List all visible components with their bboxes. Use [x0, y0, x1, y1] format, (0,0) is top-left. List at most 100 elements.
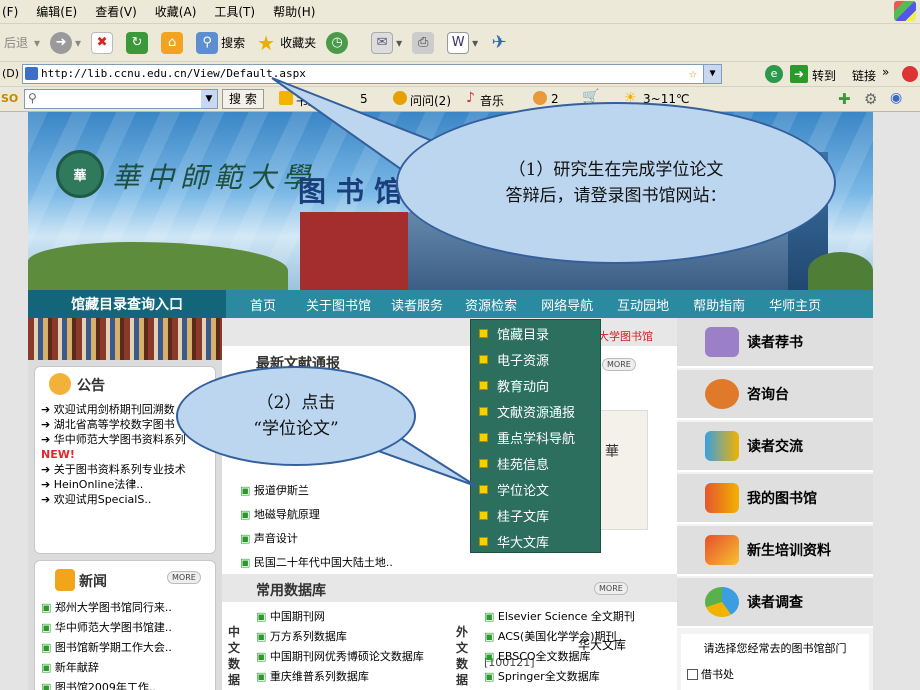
bookmark-icon [279, 91, 293, 105]
settings-icon[interactable]: ⚙ [864, 90, 877, 108]
nav-interactive[interactable]: 互动园地 [617, 295, 669, 314]
latest-more-button[interactable]: MORE [602, 358, 636, 371]
history-button[interactable]: ◷ [326, 31, 351, 54]
go-arrow-icon[interactable]: ➜ [790, 65, 808, 83]
fg-db-item[interactable]: ▣ Elsevier Science 全文期刊 [484, 610, 674, 623]
news-item[interactable]: ▣ 郑州大学图书馆同行来.. [41, 601, 211, 614]
ask-button[interactable]: 问问(2) [410, 92, 451, 109]
refresh-button[interactable]: ↻ [126, 31, 151, 54]
toolbar-search-button[interactable]: 搜 索 [222, 89, 264, 109]
menu-item-key-disciplines[interactable]: 重点学科导航 [471, 424, 600, 450]
nav-web-navigation[interactable]: 网络导航 [541, 295, 593, 314]
cn-db-item[interactable]: ▣ 中国期刊网 [256, 610, 456, 623]
catalog-entry-link[interactable]: 馆藏目录查询入口 [28, 290, 226, 318]
nav-resource-search[interactable]: 资源检索 [465, 295, 517, 314]
messenger-button[interactable]: ✈ [488, 32, 513, 54]
survey-option[interactable]: 借书处 [687, 666, 734, 682]
menu-tools[interactable]: 工具(T) [214, 3, 255, 20]
banner-tree-right [808, 252, 873, 290]
menu-help[interactable]: 帮助(H) [273, 3, 315, 20]
menu-item-education-trends[interactable]: 教育动向 [471, 372, 600, 398]
addr-star-icon: ☆ [688, 66, 697, 82]
fg-db-label: 外文数据 [456, 625, 469, 687]
pencil-icon [705, 535, 739, 565]
nav-home[interactable]: 首页 [250, 295, 276, 314]
menu-edit[interactable]: 编辑(E) [36, 3, 77, 20]
nav-reader-service[interactable]: 读者服务 [391, 295, 443, 314]
callout-1-line-2: 答辩后，请登录图书馆网站： [505, 186, 727, 206]
menu-view[interactable]: 查看(V) [95, 3, 137, 20]
fg-db-list: ▣ Elsevier Science 全文期刊 ▣ ACS(美国化学学会)期刊 … [484, 610, 674, 683]
home-button[interactable]: ⌂ [161, 31, 186, 54]
cn-db-list: ▣ 中国期刊网 ▣ 万方系列数据库 ▣ 中国期刊网优秀博硕论文数据库 ▣ 重庆维… [256, 610, 456, 683]
stop-button[interactable]: ✖ [91, 31, 116, 54]
menu-item-dissertations[interactable]: 学位论文 [471, 476, 600, 502]
cn-db-item[interactable]: ▣ 重庆维普系列数据库 [256, 670, 456, 683]
training-link[interactable]: 新生培训资料 [677, 526, 873, 576]
resource-search-dropdown: 馆藏目录 电子资源 教育动向 文献资源通报 重点学科导航 桂苑信息 学位论文 桂… [470, 319, 601, 553]
search-button[interactable]: ⚲ 搜索 [196, 31, 245, 54]
fg-db-item[interactable]: ▣ ACS(美国化学学会)期刊 [484, 630, 674, 643]
menu-favorites[interactable]: 收藏(A) [155, 3, 197, 20]
latest-item[interactable]: ▣ 民国二十年代中国大陆土地.. [240, 556, 440, 569]
menu-file[interactable]: (F) [2, 5, 18, 19]
notice-item[interactable]: ➔ HeinOnline法律.. [41, 478, 211, 491]
db-more-button[interactable]: MORE [594, 582, 628, 595]
menu-item-guiyuan-info[interactable]: 桂苑信息 [471, 450, 600, 476]
reader-exchange-link[interactable]: 读者交流 [677, 422, 873, 472]
toolbar-search-input[interactable]: ⚲ ▼ [24, 89, 218, 109]
banner-building-red [300, 212, 408, 290]
more-tools-icon[interactable]: ◉ [890, 90, 902, 106]
news-item[interactable]: ▣ 图书馆新学期工作大会.. [41, 641, 211, 654]
menu-item-catalog[interactable]: 馆藏目录 [471, 320, 600, 346]
news-item[interactable]: ▣ 图书馆2009年工作.. [41, 681, 211, 690]
edit-button[interactable]: W ▾ [447, 31, 478, 54]
menu-item-resource-bulletin[interactable]: 文献资源通报 [471, 398, 600, 424]
mail-button[interactable]: ✉ ▾ [371, 31, 402, 54]
print-icon: ⎙ [412, 31, 435, 54]
print-button[interactable]: ⎙ [412, 31, 437, 54]
my-library-link[interactable]: 我的图书馆 [677, 474, 873, 524]
menu-item-guizi-library[interactable]: 桂子文库 [471, 502, 600, 528]
forward-button[interactable]: ➜ ▾ [50, 31, 81, 54]
url-input[interactable]: http://lib.ccnu.edu.cn/View/Default.aspx… [22, 64, 722, 84]
cn-db-item[interactable]: ▣ 万方系列数据库 [256, 630, 456, 643]
nav-help[interactable]: 帮助指南 [693, 295, 745, 314]
addr-dropdown-icon[interactable]: ▼ [703, 65, 721, 83]
consult-desk-link[interactable]: 咨询台 [677, 370, 873, 420]
back-button[interactable]: 后退 ▾ [4, 34, 40, 51]
survey-checkbox[interactable] [687, 668, 698, 680]
university-seal-icon: 華 [56, 150, 104, 198]
bookmark-button[interactable]: 书签 [296, 92, 320, 109]
latest-item[interactable]: ▣ 地磁导航原理 [240, 508, 440, 521]
pie-chart-icon [705, 587, 739, 617]
music-button[interactable]: 音乐 [480, 92, 504, 109]
search-dropdown-icon[interactable]: ▼ [201, 90, 217, 108]
links-button[interactable]: 链接 [852, 67, 876, 84]
fg-db-item[interactable]: ▣ EBSCO全文数据库 [484, 650, 674, 663]
favorites-button[interactable]: ★ 收藏夹 [255, 31, 317, 55]
latest-item[interactable]: ▣ 声音设计 [240, 532, 440, 545]
nav-about[interactable]: 关于图书馆 [306, 295, 371, 314]
counter-five[interactable]: 5 [360, 92, 368, 106]
go-button[interactable]: 转到 [812, 67, 836, 84]
fg-db-item[interactable]: ▣ Springer全文数据库 [484, 670, 674, 683]
notice-item[interactable]: ➔ 关于图书资料系列专业技术 [41, 463, 211, 476]
news-item[interactable]: ▣ 新年献辞 [41, 661, 211, 674]
left-column: 公告 ➔ 欢迎试用剑桥期刊回溯数 ➔ 湖北省高等学校数字图书 ➔ 华中师范大学图… [28, 318, 222, 690]
news-panel: 新闻 MORE ▣ 郑州大学图书馆同行来.. ▣ 华中师范大学图书馆建.. ▣ … [34, 560, 216, 690]
latest-item[interactable]: ▣ 报道伊斯兰 [240, 484, 440, 497]
db-title: 常用数据库 [256, 583, 326, 599]
menu-item-e-resources[interactable]: 电子资源 [471, 346, 600, 372]
reader-survey-link[interactable]: 读者调查 [677, 578, 873, 628]
reader-recommend-link[interactable]: 读者荐书 [677, 318, 873, 368]
search-toolbar: SO ⚲ ▼ 搜 索 书签 5 问问(2) ♪ 音乐 2 🛒 ☀ 3~11℃ ✚… [0, 87, 920, 112]
plus-icon[interactable]: ✚ [838, 90, 851, 108]
favorites-label: 收藏夹 [280, 36, 317, 50]
menu-item-huada-library[interactable]: 华大文库 [471, 528, 600, 554]
notice-item[interactable]: ➔ 欢迎试用SpecialS.. [41, 493, 211, 506]
news-more-button[interactable]: MORE [167, 571, 201, 584]
news-item[interactable]: ▣ 华中师范大学图书馆建.. [41, 621, 211, 634]
cn-db-item[interactable]: ▣ 中国期刊网优秀博硕论文数据库 [256, 650, 456, 663]
nav-university-home[interactable]: 华师主页 [769, 295, 821, 314]
